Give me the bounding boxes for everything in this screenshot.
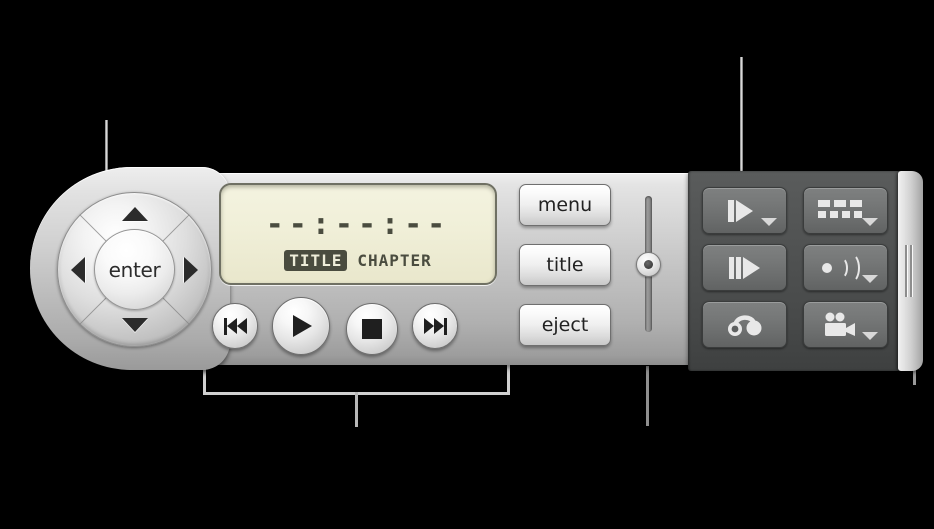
skip-forward-icon (423, 317, 447, 335)
dvd-controller-device: enter --:--:-- TITLE CHAPTER menu title … (30, 167, 923, 375)
bookmark-button[interactable] (702, 301, 787, 348)
eject-button[interactable]: eject (519, 304, 611, 346)
arrow-left-icon[interactable] (71, 256, 85, 283)
stop-button[interactable] (346, 303, 398, 355)
title-button[interactable]: title (519, 244, 611, 286)
slow-motion-button[interactable] (702, 187, 787, 234)
transport-controls (212, 297, 512, 355)
skip-back-icon (223, 317, 247, 335)
enter-button-label: enter (108, 257, 161, 282)
grip-lines-icon (904, 245, 912, 297)
arrow-up-icon[interactable] (121, 207, 148, 221)
step-forward-icon (703, 245, 786, 290)
subtitle-button[interactable] (803, 187, 888, 234)
previous-chapter-button[interactable] (212, 303, 258, 349)
arrow-right-icon[interactable] (184, 256, 198, 283)
chevron-down-icon[interactable] (862, 332, 878, 340)
arrow-down-icon[interactable] (121, 318, 148, 332)
audio-speaker-icon (804, 245, 887, 290)
chevron-down-icon[interactable] (862, 275, 878, 283)
next-chapter-button[interactable] (412, 303, 458, 349)
callout-line-slider (646, 366, 649, 426)
enter-button[interactable]: enter (94, 229, 175, 310)
lcd-title-indicator: TITLE (284, 250, 348, 271)
lcd-indicator-row: TITLE CHAPTER (221, 250, 495, 271)
subtitle-icon (804, 188, 887, 233)
play-button[interactable] (272, 297, 330, 355)
chevron-down-icon[interactable] (761, 218, 777, 226)
lcd-chapter-indicator: CHAPTER (357, 251, 432, 270)
lcd-timecode: --:--:-- (265, 207, 451, 242)
directional-pad[interactable]: enter (57, 192, 212, 347)
video-camera-icon (804, 302, 887, 347)
play-icon (293, 315, 312, 337)
step-frame-button[interactable] (702, 244, 787, 291)
resize-grip-handle[interactable] (898, 171, 923, 371)
slow-forward-icon (703, 188, 786, 233)
menu-button[interactable]: menu (519, 184, 611, 226)
volume-slider-knob[interactable] (636, 252, 661, 277)
bookmark-loop-icon (703, 302, 786, 347)
menu-button-label: menu (537, 194, 593, 216)
screenshot-canvas: enter --:--:-- TITLE CHAPTER menu title … (0, 0, 934, 529)
chevron-down-icon[interactable] (862, 218, 878, 226)
callout-stem-transport (355, 392, 358, 427)
audio-track-button[interactable] (803, 244, 888, 291)
camera-angle-button[interactable] (803, 301, 888, 348)
stop-icon (362, 319, 382, 339)
title-button-label: title (546, 254, 584, 276)
eject-button-label: eject (541, 314, 589, 336)
extra-controls-panel (688, 171, 904, 371)
lcd-display: --:--:-- TITLE CHAPTER (219, 183, 497, 285)
